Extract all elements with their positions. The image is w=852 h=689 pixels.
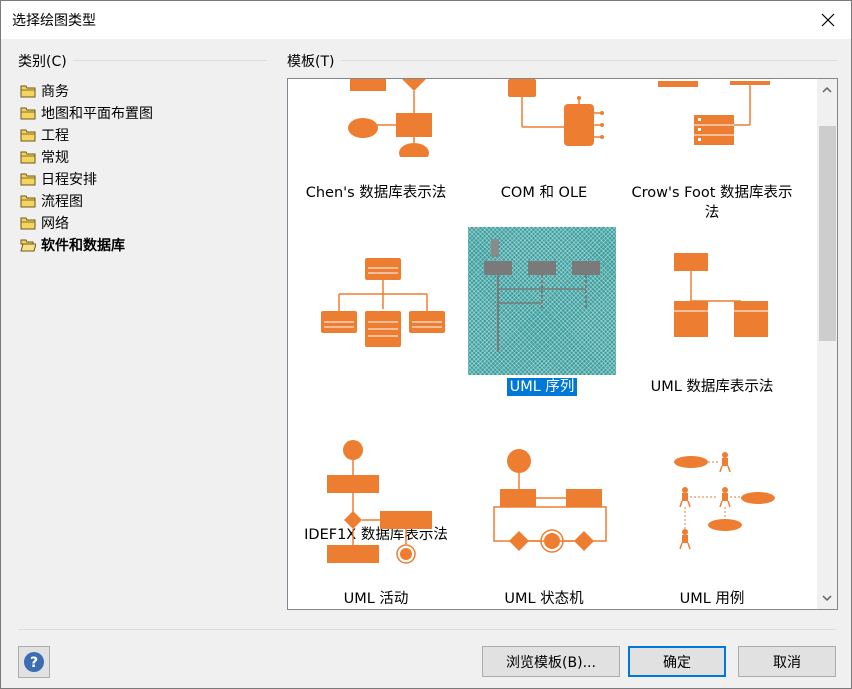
template-gallery: Chen's 数据库表示法 COM 和 OLE Crow's Foot 数据库表… [287,78,838,610]
categories-label: 类别(C) [18,54,67,70]
category-label: 工程 [41,128,69,144]
category-item-engineering[interactable]: 工程 [20,124,260,146]
com-ole-thumbnail [508,79,604,146]
folder-icon [20,173,36,186]
folder-icon [20,195,36,208]
uml-database-thumbnail [674,253,768,337]
footer-divider [18,629,836,630]
title-bar: 选择绘图类型 [1,1,851,39]
template-label-text: UML 序列 [506,378,578,396]
folder-open-icon [20,239,36,252]
cancel-button[interactable]: 取消 [738,646,836,677]
scroll-up-button[interactable] [817,80,837,100]
scroll-thumb[interactable] [819,126,836,341]
folder-icon [20,107,36,120]
uml-use-case-thumbnail [674,452,775,550]
templates-divider [341,60,838,61]
close-button[interactable] [805,1,851,39]
help-button[interactable]: ? [18,646,50,678]
crows-foot-thumbnail [658,81,770,145]
category-item-general[interactable]: 常规 [20,146,260,168]
category-label: 常规 [41,150,69,166]
category-list: 商务 地图和平面布置图 工程 常规 日程安排 流程图 网络 软件和数据库 [20,80,260,256]
ok-button[interactable]: 确定 [628,646,726,677]
category-label: 网络 [41,216,69,232]
scroll-down-button[interactable] [817,588,837,608]
svg-text:?: ? [30,655,38,671]
template-label: UML 活动 [343,591,409,607]
uml-activity-thumbnail [327,440,432,564]
folder-icon [20,129,36,142]
folder-icon [20,217,36,230]
category-item-network[interactable]: 网络 [20,212,260,234]
template-label: UML 数据库表示法 [650,379,774,395]
folder-icon [20,85,36,98]
category-label: 地图和平面布置图 [41,106,153,122]
template-label: Chen's 数据库表示法 [305,185,447,201]
category-item-software-database[interactable]: 软件和数据库 [20,234,260,256]
categories-divider [73,60,266,61]
browse-templates-button[interactable]: 浏览模板(B)... [482,646,620,677]
template-label: UML 状态机 [504,591,584,607]
category-label: 软件和数据库 [41,238,125,254]
uml-state-machine-thumbnail [493,449,607,553]
templates-label: 模板(T) [287,54,335,70]
template-label: Crow's Foot 数据库表示法 [631,185,793,221]
category-item-maps[interactable]: 地图和平面布置图 [20,102,260,124]
chevron-down-icon [822,595,832,602]
dialog-window: 选择绘图类型 类别(C) 模板(T) 商务 地图和平面布置图 工程 常规 日程安… [0,0,852,689]
folder-icon [20,151,36,164]
category-label: 日程安排 [41,172,97,188]
category-label: 商务 [41,84,69,100]
close-icon [821,13,835,27]
category-item-schedule[interactable]: 日程安排 [20,168,260,190]
vertical-scrollbar[interactable] [817,79,837,609]
uml-sequence-thumbnail [468,227,616,375]
chens-diagram-thumbnail [348,79,432,157]
template-label: UML 序列 [458,377,626,397]
chevron-up-icon [822,86,832,93]
category-item-flowchart[interactable]: 流程图 [20,190,260,212]
idef1x-thumbnail [321,258,445,347]
template-label: COM 和 OLE [500,185,588,201]
template-label: UML 用例 [679,591,745,607]
dialog-title: 选择绘图类型 [12,13,96,29]
help-icon: ? [24,652,44,672]
category-label: 流程图 [41,194,83,210]
category-item-business[interactable]: 商务 [20,80,260,102]
